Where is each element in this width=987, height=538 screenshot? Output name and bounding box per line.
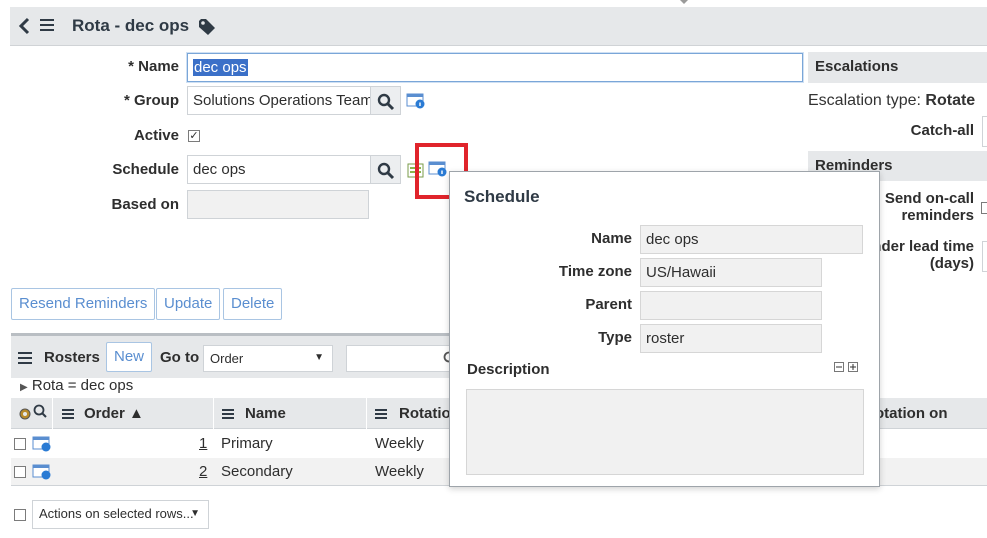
hamburger-icon[interactable]: [18, 352, 32, 364]
search-icon: [377, 93, 395, 111]
escalation-type-value: Rotate: [925, 92, 976, 109]
popup-name-field: dec ops: [640, 225, 863, 254]
update-button[interactable]: Update: [156, 288, 221, 320]
goto-label: Go to: [160, 349, 200, 366]
send-oncall-checkbox[interactable]: [981, 202, 987, 214]
reference-info-icon[interactable]: [32, 436, 52, 452]
active-checkbox[interactable]: ✓: [188, 130, 200, 142]
column-rotation-on[interactable]: otation on: [875, 405, 947, 422]
column-rotation[interactable]: Rotatio: [399, 405, 451, 422]
group-label: * Group: [124, 92, 179, 109]
schedule-input[interactable]: dec ops: [187, 155, 371, 184]
popup-timezone-field: US/Hawaii: [640, 258, 822, 287]
row-name: Secondary: [221, 463, 293, 480]
row-rotation: Weekly: [375, 463, 424, 480]
search-icon[interactable]: [33, 404, 47, 418]
column-separator: [213, 398, 214, 429]
goto-select-value: Order: [210, 351, 244, 366]
rosters-title: Rosters: [44, 349, 100, 366]
popup-title: Schedule: [464, 187, 540, 206]
group-lookup-button[interactable]: [370, 86, 401, 115]
new-button[interactable]: New: [106, 342, 153, 372]
hamburger-icon[interactable]: [40, 19, 54, 31]
chevron-down-icon: ▼: [314, 352, 324, 363]
active-label: Active: [133, 127, 179, 144]
form-header: Rota - dec ops: [10, 7, 987, 46]
rosters-list-header: Rosters New Go to Order ▼: [11, 333, 461, 378]
row-order-link[interactable]: 1: [199, 435, 207, 452]
column-menu-icon[interactable]: [222, 409, 234, 419]
search-icon: [377, 162, 395, 180]
resend-reminders-button[interactable]: Resend Reminders: [11, 288, 156, 320]
select-all-checkbox[interactable]: [14, 509, 26, 521]
column-separator: [366, 398, 367, 429]
expand-icon[interactable]: [848, 362, 858, 372]
caret-icon: [680, 0, 688, 4]
collapse-icon[interactable]: [834, 362, 844, 372]
column-separator: [52, 398, 53, 429]
page-title: Rota - dec ops: [72, 16, 190, 35]
popup-type-label: Type: [598, 329, 632, 346]
column-menu-icon[interactable]: [62, 409, 74, 419]
row-order-link[interactable]: 2: [199, 463, 207, 480]
catch-all-label: Catch-all: [910, 122, 974, 139]
popup-type-field: roster: [640, 324, 822, 353]
schedule-label: Schedule: [112, 161, 179, 178]
popup-timezone-label: Time zone: [558, 263, 632, 280]
catch-all-select[interactable]: [982, 116, 987, 147]
popup-description-field: [466, 389, 864, 475]
goto-select[interactable]: Order ▼: [203, 345, 333, 372]
schedule-lookup-button[interactable]: [370, 155, 401, 184]
popup-parent-label: Parent: [585, 296, 632, 313]
goto-search-input[interactable]: [346, 345, 456, 372]
chevron-down-icon: ▼: [190, 508, 200, 519]
actions-select[interactable]: Actions on selected rows... ▼: [32, 500, 209, 529]
column-menu-icon[interactable]: [375, 409, 387, 419]
name-label: * Name: [128, 58, 179, 75]
reference-info-icon[interactable]: [406, 93, 426, 109]
caret-right-icon: ▶: [20, 382, 28, 393]
popup-description-label: Description: [467, 361, 550, 378]
delete-button[interactable]: Delete: [223, 288, 283, 320]
breadcrumb-text: Rota = dec ops: [31, 377, 134, 394]
row-checkbox[interactable]: [14, 438, 26, 450]
based-on-input[interactable]: [187, 190, 369, 219]
popup-name-label: Name: [591, 230, 632, 247]
row-rotation: Weekly: [375, 435, 424, 452]
escalation-type-label: Escalation type:: [808, 92, 921, 109]
column-name[interactable]: Name: [245, 405, 286, 422]
reference-info-icon[interactable]: [32, 464, 52, 480]
name-input[interactable]: dec ops: [187, 53, 803, 82]
based-on-label: Based on: [111, 196, 179, 213]
actions-select-value: Actions on selected rows...: [39, 506, 194, 521]
tag-icon[interactable]: [198, 18, 216, 36]
escalations-header: Escalations: [808, 52, 987, 83]
schedule-preview-popup: Schedule Name dec ops Time zone US/Hawai…: [449, 171, 880, 487]
escalation-type: Escalation type: Rotate: [808, 92, 975, 110]
name-value: dec ops: [193, 59, 248, 76]
settings-icon[interactable]: [17, 406, 33, 422]
back-icon[interactable]: [18, 17, 32, 35]
row-name: Primary: [221, 435, 273, 452]
column-order[interactable]: Order ▲: [84, 405, 144, 422]
breadcrumb[interactable]: ▶ Rota = dec ops: [20, 377, 133, 394]
row-checkbox[interactable]: [14, 466, 26, 478]
lead-time-input[interactable]: [982, 241, 987, 272]
group-input[interactable]: Solutions Operations Team: [187, 86, 371, 115]
popup-parent-field: [640, 291, 822, 320]
